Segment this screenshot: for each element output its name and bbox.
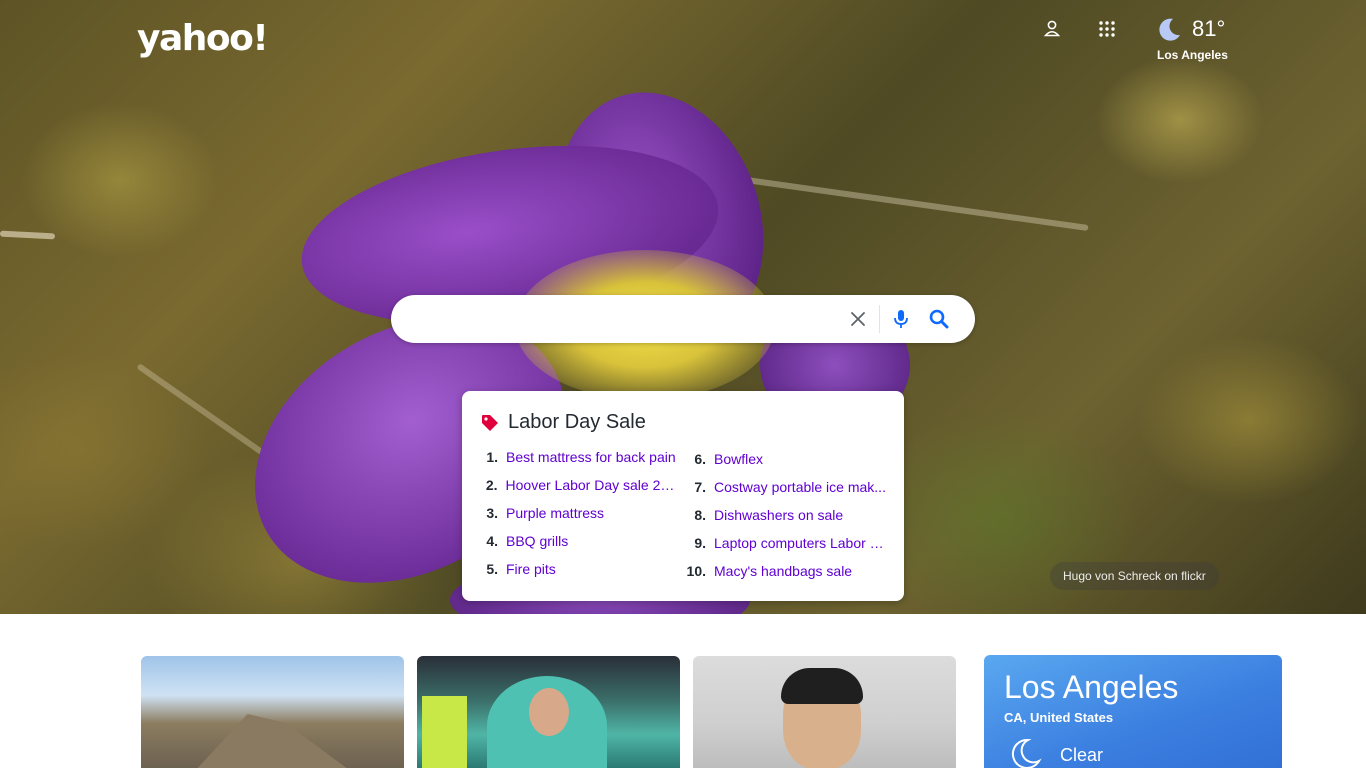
trending-item: 8. Dishwashers on sale <box>686 507 896 535</box>
news-card-image[interactable] <box>141 656 404 768</box>
moon-icon <box>1155 16 1183 49</box>
weather-card-city: Los Angeles <box>1004 669 1179 705</box>
trending-rank: 6. <box>694 451 706 467</box>
trending-link[interactable]: Bowflex <box>714 451 763 479</box>
news-card-image[interactable] <box>417 656 680 768</box>
trending-item: 10. Macy's handbags sale <box>686 563 896 591</box>
trending-item: 4. BBQ grills <box>476 533 676 561</box>
clear-search-icon[interactable] <box>846 307 870 331</box>
trending-link[interactable]: Purple mattress <box>506 505 604 533</box>
trending-header: Labor Day Sale <box>480 411 646 434</box>
news-photo-vest <box>422 696 467 768</box>
apps-grid-icon[interactable] <box>1093 15 1121 43</box>
photo-credit-link[interactable]: Hugo von Schreck on flickr <box>1050 562 1219 590</box>
header-weather[interactable]: 81° Los Angeles <box>1150 14 1240 64</box>
trending-rank: 10. <box>686 563 706 579</box>
weather-condition: Clear <box>1060 745 1104 765</box>
trending-title: Labor Day Sale <box>508 411 646 433</box>
trending-rank: 9. <box>694 535 706 551</box>
trending-link[interactable]: Dishwashers on sale <box>714 507 843 535</box>
news-photo-face <box>529 688 569 736</box>
news-photo-hair <box>781 668 863 704</box>
microphone-icon[interactable] <box>889 307 913 331</box>
trending-link[interactable]: Fire pits <box>506 561 556 589</box>
news-card-image[interactable] <box>693 656 956 768</box>
trending-rank: 8. <box>694 507 706 523</box>
trending-list-right: 6. Bowflex 7. Costway portable ice mak... … <box>686 451 896 591</box>
weather-card-region: CA, United States <box>1004 710 1114 725</box>
news-photo-rock <box>181 714 371 768</box>
search-divider <box>879 305 880 333</box>
trending-rank: 3. <box>486 505 498 521</box>
search-icon[interactable] <box>927 307 951 331</box>
trending-rank: 7. <box>694 479 706 495</box>
search-input[interactable] <box>411 303 841 335</box>
grass-stem <box>0 230 56 240</box>
header-temperature: 81° <box>1192 16 1226 41</box>
user-icon[interactable] <box>1038 14 1066 42</box>
trending-list-left: 1. Best mattress for back pain 2. Hoover L… <box>476 449 676 589</box>
trending-link[interactable]: Laptop computers Labor D... <box>714 535 890 563</box>
trending-item: 1. Best mattress for back pain <box>476 449 676 477</box>
trending-rank: 2. <box>485 477 498 493</box>
trending-panel: Labor Day Sale 1. Best mattress for back … <box>462 391 904 601</box>
trending-item: 9. Laptop computers Labor D... <box>686 535 896 563</box>
search-bar <box>391 295 975 343</box>
trending-item: 7. Costway portable ice mak... <box>686 479 896 507</box>
trending-item: 2. Hoover Labor Day sale 20... <box>476 477 676 505</box>
trending-rank: 5. <box>486 561 498 577</box>
trending-rank: 1. <box>486 449 498 465</box>
grass-stem <box>731 174 1089 232</box>
trending-link[interactable]: Costway portable ice mak... <box>714 479 886 507</box>
trending-rank: 4. <box>486 533 498 549</box>
trending-link[interactable]: Macy's handbags sale <box>714 563 852 591</box>
header-weather-city: Los Angeles <box>1157 48 1228 62</box>
price-tag-icon <box>482 414 498 431</box>
weather-card[interactable]: Los Angeles CA, United States Clear <box>984 655 1282 768</box>
trending-link[interactable]: Hoover Labor Day sale 20... <box>506 477 676 505</box>
trending-item: 3. Purple mattress <box>476 505 676 533</box>
trending-item: 5. Fire pits <box>476 561 676 589</box>
yahoo-logo[interactable]: yahoo! <box>137 18 269 59</box>
trending-link[interactable]: Best mattress for back pain <box>506 449 676 477</box>
trending-link[interactable]: BBQ grills <box>506 533 568 561</box>
trending-item: 6. Bowflex <box>686 451 896 479</box>
moon-icon <box>1008 737 1042 768</box>
